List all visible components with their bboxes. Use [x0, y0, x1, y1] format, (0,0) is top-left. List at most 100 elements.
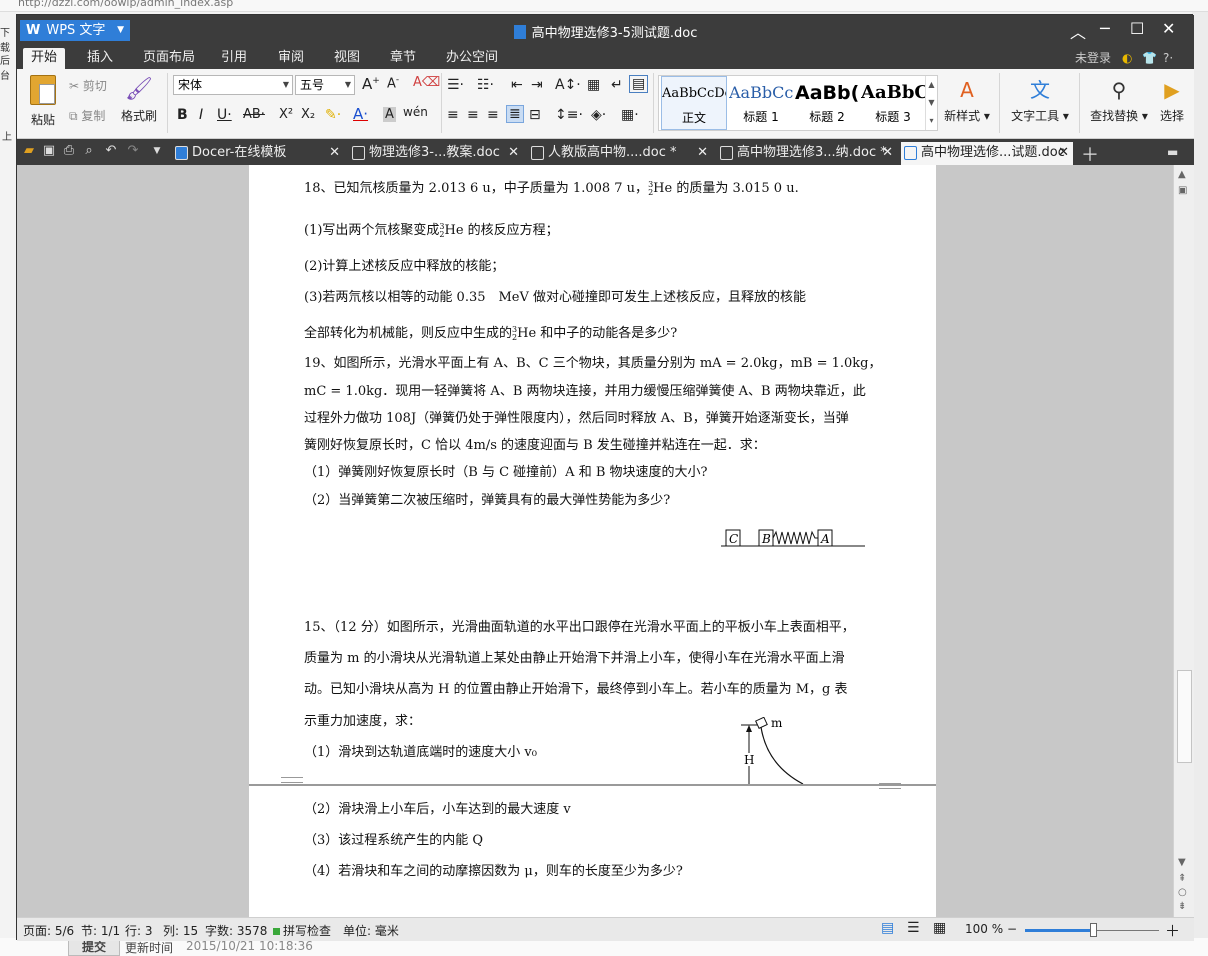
document-page: 18、已知氘核质量为 2.013 6 u，中子质量为 1.008 7 u，3 2H… — [249, 165, 936, 784]
increase-indent-icon[interactable]: ⇥ — [531, 77, 543, 93]
menu-page-layout[interactable]: 页面布局 — [135, 48, 203, 69]
close-icon[interactable]: ✕ — [508, 142, 519, 164]
print-preview-icon[interactable]: ⌕ — [81, 143, 97, 159]
navigation-pane-icon[interactable]: ▤ — [629, 75, 649, 93]
close-button[interactable]: ✕ — [1162, 19, 1175, 38]
reading-view-icon[interactable]: ▦ — [933, 920, 946, 936]
print-icon[interactable]: ⎙ — [61, 143, 77, 159]
style-heading-2[interactable]: AaBb( 标题 2 — [795, 76, 859, 130]
page-nav-icon[interactable]: ▣ — [1178, 185, 1187, 196]
tab-doc-active[interactable]: 高中物理选修...试题.doc ✕ — [901, 142, 1073, 165]
scroll-down-icon[interactable]: ▼ — [1178, 857, 1186, 868]
clear-format-icon[interactable]: A⌫ — [413, 75, 440, 90]
decrease-indent-icon[interactable]: ⇤ — [511, 77, 523, 93]
menu-review[interactable]: 审阅 — [270, 48, 312, 69]
tab-docer[interactable]: Docer-在线模板 ✕ — [172, 142, 344, 165]
close-icon[interactable]: ✕ — [1058, 142, 1069, 164]
scroll-up-icon[interactable]: ▲ — [1178, 169, 1186, 180]
distribute-icon[interactable]: ⊟ — [529, 107, 541, 123]
zoom-out-icon[interactable]: − — [1007, 922, 1017, 936]
menu-references[interactable]: 引用 — [213, 48, 255, 69]
align-right-icon[interactable]: ≡ — [487, 107, 499, 123]
prev-page-icon[interactable]: ⇞ — [1178, 873, 1186, 884]
fig-label-a: A — [820, 532, 830, 546]
highlight-icon[interactable]: ✎· — [325, 107, 341, 123]
menu-home[interactable]: 开始 — [23, 48, 66, 69]
table-icon[interactable]: ▦ — [587, 77, 600, 93]
redo-icon[interactable]: ↷ — [125, 143, 141, 159]
strikethrough-icon[interactable]: AB· — [243, 107, 265, 122]
font-color-icon[interactable]: A· — [353, 105, 368, 123]
shrink-font-icon[interactable]: A- — [387, 75, 399, 91]
zoom-slider-thumb[interactable] — [1090, 923, 1097, 937]
find-replace-button[interactable]: ⚲ 查找替换 ▾ — [1087, 75, 1151, 124]
superscript-icon[interactable]: X² — [279, 107, 293, 122]
save-icon[interactable]: ▣ — [41, 143, 57, 159]
status-page[interactable]: 页面: 5/6 — [23, 922, 74, 939]
style-heading-1[interactable]: AaBbCc 标题 1 — [729, 76, 793, 130]
tab-doc-2[interactable]: 人教版高中物....doc * ✕ — [528, 142, 712, 165]
page-view-icon[interactable]: ▤ — [881, 920, 894, 936]
menu-insert[interactable]: 插入 — [79, 48, 121, 69]
subscript-icon[interactable]: X₂ — [301, 107, 315, 122]
font-family-select[interactable]: 宋体 ▼ — [173, 75, 293, 95]
justify-icon[interactable]: ≣ — [506, 105, 524, 123]
italic-icon[interactable]: I — [199, 107, 203, 123]
char-shading-icon[interactable]: A — [383, 107, 396, 122]
menu-office-space[interactable]: 办公空间 — [438, 48, 506, 69]
font-size-select[interactable]: 五号 ▼ — [295, 75, 355, 95]
maximize-button[interactable]: ☐ — [1130, 19, 1144, 38]
line-spacing-icon[interactable]: ↕≡· — [555, 107, 583, 123]
zoom-level[interactable]: 100 % — [965, 922, 1003, 936]
style-scroll[interactable]: ▲ ▼ ▾ — [925, 76, 937, 130]
new-style-button[interactable]: A 新样式 ▾ — [942, 75, 992, 124]
align-center-icon[interactable]: ≡ — [467, 107, 479, 123]
open-icon[interactable]: ▰ — [21, 143, 37, 159]
format-painter-button[interactable]: 🖌 格式刷 — [117, 75, 161, 124]
show-marks-icon[interactable]: ↵ — [611, 77, 623, 93]
select-browse-icon[interactable]: ○ — [1178, 887, 1187, 898]
outline-view-icon[interactable]: ☰ — [907, 920, 920, 936]
status-words[interactable]: 字数: 3578 — [205, 922, 267, 939]
status-unit[interactable]: 单位: 毫米 — [343, 922, 399, 939]
tab-doc-1[interactable]: 物理选修3-...教案.doc ✕ — [349, 142, 523, 165]
style-heading-3[interactable]: AaBbC 标题 3 — [861, 76, 925, 130]
close-icon[interactable]: ✕ — [882, 142, 893, 164]
bold-icon[interactable]: B — [177, 107, 188, 123]
numbered-list-icon[interactable]: ☷· — [477, 77, 494, 93]
vertical-scrollbar[interactable]: ▲ ▣ ▼ ⇞ ○ ⇟ — [1173, 165, 1194, 917]
shirt-icon[interactable]: 👕 — [1142, 48, 1157, 68]
select-button[interactable]: ▶ 选择 — [1155, 75, 1189, 124]
next-page-icon[interactable]: ⇟ — [1178, 901, 1186, 912]
zoom-in-icon[interactable]: ＋ — [1165, 920, 1180, 941]
undo-icon[interactable]: ↶ — [103, 143, 119, 159]
collapse-ribbon-icon[interactable]: ︿ — [1070, 19, 1086, 43]
quick-access-dropdown-icon[interactable]: ▼ — [149, 143, 165, 159]
help-icon[interactable]: ?· — [1163, 48, 1173, 68]
login-status[interactable]: 未登录 — [1075, 48, 1111, 68]
tab-doc-3[interactable]: 高中物理选修3...纳.doc * ✕ — [717, 142, 897, 165]
bullet-list-icon[interactable]: ☰· — [447, 77, 464, 93]
underline-icon[interactable]: U· — [217, 107, 232, 123]
border-icon[interactable]: ▦· — [621, 107, 639, 123]
new-tab-icon[interactable]: ＋ — [1081, 141, 1099, 167]
grow-font-icon[interactable]: A+ — [362, 75, 380, 93]
shading-icon[interactable]: ◈· — [591, 107, 606, 123]
text-direction-icon[interactable]: A↕· — [555, 77, 581, 93]
menu-view[interactable]: 视图 — [326, 48, 368, 69]
phonetic-icon[interactable]: wén — [403, 105, 428, 119]
text-tools-button[interactable]: 文 文字工具 ▾ — [1007, 75, 1073, 124]
skin-icon[interactable]: ◐ — [1122, 48, 1132, 68]
align-left-icon[interactable]: ≡ — [447, 107, 459, 123]
menu-chapter[interactable]: 章节 — [382, 48, 424, 69]
cut-button[interactable]: ✂ 剪切 — [69, 77, 107, 94]
scroll-thumb[interactable] — [1177, 670, 1192, 763]
close-icon[interactable]: ✕ — [329, 142, 340, 164]
close-icon[interactable]: ✕ — [697, 142, 708, 164]
spell-check-button[interactable]: 拼写检查 — [273, 922, 331, 939]
tab-list-icon[interactable]: ▬ — [1167, 145, 1178, 159]
copy-button[interactable]: ⧉ 复制 — [69, 107, 105, 124]
paste-button[interactable]: 粘贴 — [23, 75, 63, 128]
style-normal[interactable]: AaBbCcDc 正文 — [661, 76, 727, 130]
minimize-button[interactable]: ─ — [1100, 19, 1110, 38]
